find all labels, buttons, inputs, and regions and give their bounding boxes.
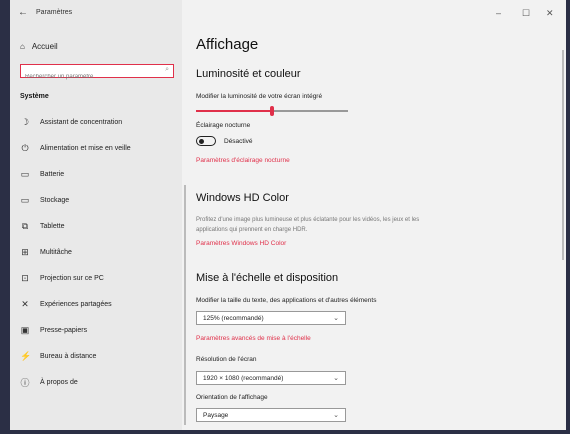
sidebar-item-label: Tablette [40,222,65,230]
sidebar-item-label: Batterie [40,170,65,178]
sidebar-item-about[interactable]: ⓘ À propos de [20,372,180,392]
size-label: Modifier la taille du texte, des applica… [196,297,377,304]
chevron-down-icon: ⌄ [333,375,339,382]
sidebar-item-storage[interactable]: ▭ Stockage [20,190,180,210]
sidebar-item-label: Projection sur ce PC [40,274,104,282]
sidebar-item-label: Presse-papiers [40,326,88,334]
sidebar-item-shared-experiences[interactable]: ✕ Expériences partagées [20,294,180,314]
sidebar-item-label: Multitâche [40,248,72,256]
brightness-heading: Luminosité et couleur [196,68,301,80]
power-icon: ⏻ [21,142,29,153]
home-label: Accueil [31,42,58,51]
slider-fill [196,110,272,112]
scale-value: 125% (recommandé) [203,315,264,322]
night-light-label: Éclairage nocturne [196,122,251,129]
sidebar-item-label: Expériences partagées [40,300,112,308]
clipboard-icon: ▣ [20,324,30,335]
sidebar-item-power[interactable]: ⏻ Alimentation et mise en veille [20,138,180,158]
slider-thumb[interactable] [270,106,274,116]
home-nav-item[interactable]: ⌂ Accueil [20,42,58,51]
section-title: Système [20,93,49,100]
window-title: Paramètres [36,9,73,16]
scale-dropdown[interactable]: 125% (recommandé) ⌄ [196,311,346,325]
brightness-slider-label: Modifier la luminosité de votre écran in… [196,93,323,100]
brightness-slider[interactable] [196,106,348,116]
multitask-icon: ⊞ [21,246,29,257]
advanced-scaling-link[interactable]: Paramètres avancés de mise à l'échelle [196,335,311,342]
home-icon: ⌂ [20,42,25,51]
storage-icon: ▭ [20,194,30,205]
search-box[interactable]: ⌕ [20,64,174,83]
orientation-dropdown[interactable]: Paysage ⌄ [196,408,346,422]
settings-window: ⌂ Accueil ⌕ Système ☽ Assistant de concen… [10,0,566,430]
sidebar-item-tablet[interactable]: ⧉ Tablette [20,216,180,236]
search-icon[interactable]: ⌕ [165,66,169,74]
remote-icon: ⚡ [20,350,32,361]
sidebar-scrollbar[interactable] [184,185,186,425]
sidebar-item-multitasking[interactable]: ⊞ Multitâche [20,242,180,262]
search-input[interactable] [21,71,155,83]
info-icon: ⓘ [20,377,30,388]
main-scrollbar[interactable] [562,50,564,260]
moon-icon: ☽ [20,116,30,127]
resolution-value: 1920 × 1080 (recommandé) [203,375,284,382]
sidebar-item-clipboard[interactable]: ▣ Presse-papiers [20,320,180,340]
toggle-knob [199,138,204,144]
main-content: Affichage Luminosité et couleur Modifier… [196,0,566,430]
scale-heading: Mise à l'échelle et disposition [196,272,339,284]
resolution-label: Résolution de l'écran [196,356,257,363]
sidebar-item-focus-assist[interactable]: ☽ Assistant de concentration [20,112,180,132]
sidebar-item-label: À propos de [40,378,78,386]
page-title: Affichage [196,36,259,53]
hd-color-description: Profitez d'une image plus lumineuse et p… [196,217,420,233]
sidebar-item-label: Alimentation et mise en veille [40,144,131,152]
battery-icon: ▭ [20,168,30,179]
hd-color-settings-link[interactable]: Paramètres Windows HD Color [196,240,286,247]
orientation-value: Paysage [203,412,229,419]
shared-icon: ✕ [21,298,29,309]
sidebar-item-label: Bureau à distance [40,352,97,360]
night-light-toggle[interactable] [196,136,216,146]
back-arrow-icon[interactable]: ← [18,7,28,18]
orientation-label: Orientation de l'affichage [196,394,268,401]
sidebar-item-remote-desktop[interactable]: ⚡ Bureau à distance [20,346,180,366]
projection-icon: ⊡ [21,272,29,283]
sidebar-item-battery[interactable]: ▭ Batterie [20,164,180,184]
sidebar-item-label: Assistant de concentration [40,118,123,126]
hd-color-heading: Windows HD Color [196,192,289,204]
resolution-dropdown[interactable]: 1920 × 1080 (recommandé) ⌄ [196,371,346,385]
sidebar: ⌂ Accueil ⌕ Système ☽ Assistant de concen… [10,0,182,430]
night-light-state: Désactivé [224,138,253,145]
night-light-settings-link[interactable]: Paramètres d'éclairage nocturne [196,157,290,164]
chevron-down-icon: ⌄ [333,315,339,322]
tablet-icon: ⧉ [21,220,29,231]
chevron-down-icon: ⌄ [333,412,339,419]
sidebar-item-projection[interactable]: ⊡ Projection sur ce PC [20,268,180,288]
sidebar-item-label: Stockage [40,196,70,204]
